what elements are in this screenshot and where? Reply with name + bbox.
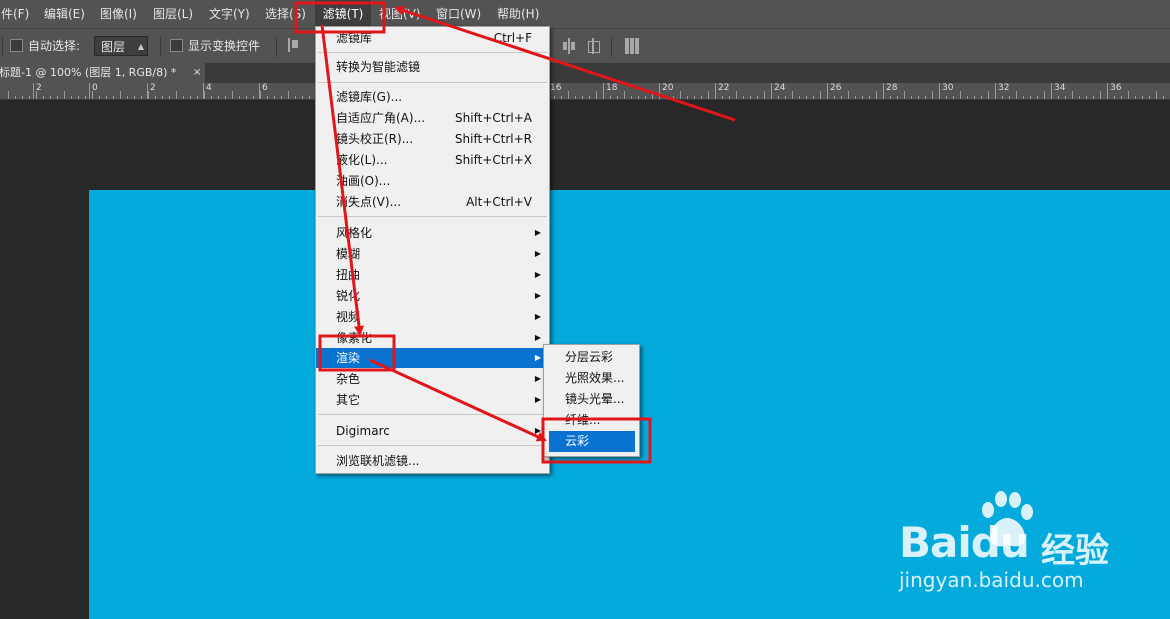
annotation-arrow-to-menu [394,5,736,122]
annotation-arrow-to-clouds [369,358,547,442]
highlight-box-clouds [541,417,652,464]
annotation-arrow-to-render [320,24,364,336]
highlight-box-filter-menu [294,1,386,34]
annotation-overlay [294,1,736,464]
